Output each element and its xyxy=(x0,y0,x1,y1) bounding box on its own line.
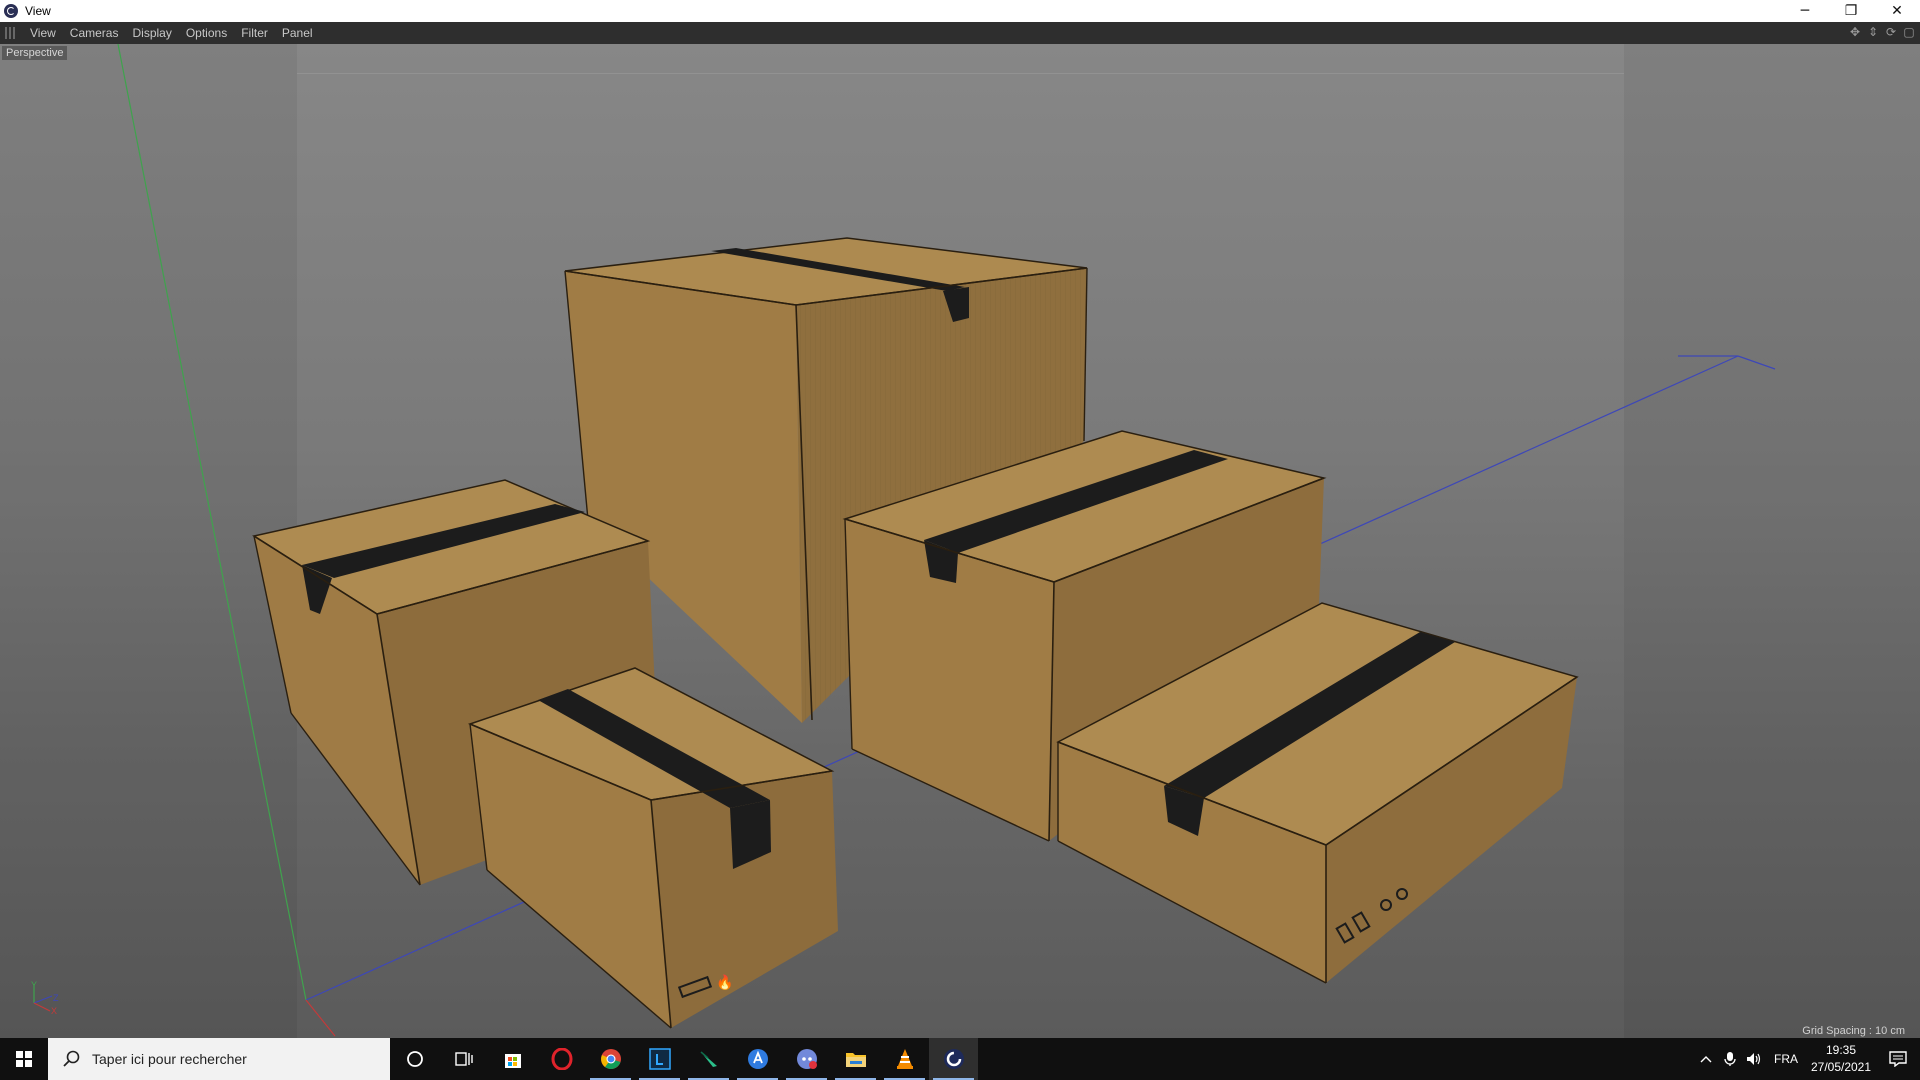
viewport-menu-bar: View Cameras Display Options Filter Pane… xyxy=(0,22,1920,45)
menu-view[interactable]: View xyxy=(23,26,63,40)
menu-filter[interactable]: Filter xyxy=(234,26,275,40)
front-small-box: 🔥 xyxy=(467,667,838,1029)
start-button[interactable] xyxy=(0,1038,48,1080)
3d-viewport[interactable]: 🔥 Perspective Grid Spacing: 10 cm Y Z X xyxy=(0,44,1920,1038)
blue-app-icon[interactable] xyxy=(733,1038,782,1080)
language-indicator[interactable]: FRA xyxy=(1766,1052,1806,1066)
cinema4d-icon[interactable] xyxy=(929,1038,978,1080)
clock-date: 27/05/2021 xyxy=(1810,1060,1872,1074)
panel-grip-icon[interactable] xyxy=(5,27,15,39)
search-icon xyxy=(62,1049,82,1069)
discord-icon[interactable] xyxy=(782,1038,831,1080)
window-controls: ─ ❐ ✕ xyxy=(1782,0,1920,22)
gizmo-y-label: Y xyxy=(31,980,38,990)
menu-options[interactable]: Options xyxy=(179,26,234,40)
pen-app-icon[interactable] xyxy=(684,1038,733,1080)
move-view-icon[interactable]: ✥ xyxy=(1848,25,1862,39)
gizmo-x-label: X xyxy=(51,1006,58,1016)
switch-view-icon[interactable]: ▢ xyxy=(1902,25,1916,39)
task-view-icon[interactable] xyxy=(439,1038,488,1080)
windows-taskbar: Taper ici pour rechercher FRA 19:35 27/0… xyxy=(0,1038,1920,1080)
z-axis-end-b xyxy=(1737,355,1776,370)
camera-label[interactable]: Perspective xyxy=(2,46,68,60)
gizmo-z-label: Z xyxy=(53,993,59,1003)
notification-center-icon[interactable] xyxy=(1876,1038,1920,1080)
system-tray: FRA 19:35 27/05/2021 xyxy=(1694,1038,1920,1080)
menu-display[interactable]: Display xyxy=(125,26,178,40)
menu-cameras[interactable]: Cameras xyxy=(63,26,126,40)
window-title: View xyxy=(25,4,51,18)
x-axis-line xyxy=(305,999,336,1037)
lightroom-icon[interactable] xyxy=(635,1038,684,1080)
flame-icon: 🔥 xyxy=(716,974,733,991)
clock-time: 19:35 xyxy=(1825,1043,1857,1057)
taskbar-search-box[interactable]: Taper ici pour rechercher xyxy=(48,1038,390,1080)
window-title-bar: View ─ ❐ ✕ xyxy=(0,0,1920,22)
close-button[interactable]: ✕ xyxy=(1874,0,1920,22)
y-axis-line xyxy=(117,44,307,1001)
scene-render: 🔥 xyxy=(33,44,1776,1037)
menu-panel[interactable]: Panel xyxy=(275,26,320,40)
zoom-view-icon[interactable]: ⇕ xyxy=(1866,25,1880,39)
microsoft-store-icon[interactable] xyxy=(488,1038,537,1080)
cortana-icon[interactable] xyxy=(390,1038,439,1080)
opera-icon[interactable] xyxy=(537,1038,586,1080)
grid-spacing-label: Grid Spacing : 10 cm xyxy=(1802,1025,1905,1037)
microphone-icon[interactable] xyxy=(1718,1038,1742,1080)
chrome-icon[interactable] xyxy=(586,1038,635,1080)
cinema4d-app-icon xyxy=(4,4,18,18)
windows-logo-icon xyxy=(16,1051,32,1067)
rotate-view-icon[interactable]: ⟳ xyxy=(1884,25,1898,39)
search-placeholder: Taper ici pour rechercher xyxy=(92,1051,247,1067)
chevron-up-icon[interactable] xyxy=(1694,1038,1718,1080)
file-explorer-icon[interactable] xyxy=(831,1038,880,1080)
speaker-icon[interactable] xyxy=(1742,1038,1766,1080)
restore-button[interactable]: ❐ xyxy=(1828,0,1874,22)
taskbar-clock[interactable]: 19:35 27/05/2021 xyxy=(1806,1042,1876,1076)
minimize-button[interactable]: ─ xyxy=(1782,0,1828,22)
vlc-icon[interactable] xyxy=(880,1038,929,1080)
view-navigation-tools: ✥ ⇕ ⟳ ▢ xyxy=(1848,25,1916,39)
